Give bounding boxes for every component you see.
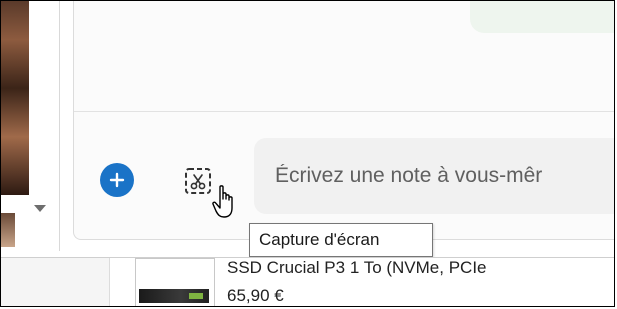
plus-icon (109, 172, 125, 188)
conversation-list-strip (1, 1, 60, 251)
add-attachment-button[interactable] (100, 163, 134, 197)
app-window: Capture d'écran SSD Crucial P3 1 To (NVM… (0, 0, 615, 307)
product-image[interactable] (135, 258, 215, 306)
message-bubble (470, 1, 614, 33)
conversation-thumbnail[interactable] (1, 213, 15, 247)
product-price: 65,90 € (227, 286, 284, 305)
ssd-image (139, 289, 209, 303)
tooltip: Capture d'écran (249, 223, 433, 257)
note-input[interactable] (254, 138, 614, 214)
screen-capture-icon (185, 168, 211, 194)
chat-panel (73, 1, 614, 240)
conversation-thumbnail[interactable] (1, 1, 29, 195)
tooltip-text: Capture d'écran (259, 230, 380, 249)
product-row[interactable]: SSD Crucial P3 1 To (NVMe, PCIe 65,90 € (1, 257, 614, 306)
composer-divider (74, 111, 614, 112)
product-name[interactable]: SSD Crucial P3 1 To (NVMe, PCIe (227, 258, 487, 278)
hand-pointer-cursor-icon (212, 185, 233, 218)
row-spacer (1, 258, 110, 306)
scroll-down-arrow-icon[interactable] (34, 205, 46, 212)
